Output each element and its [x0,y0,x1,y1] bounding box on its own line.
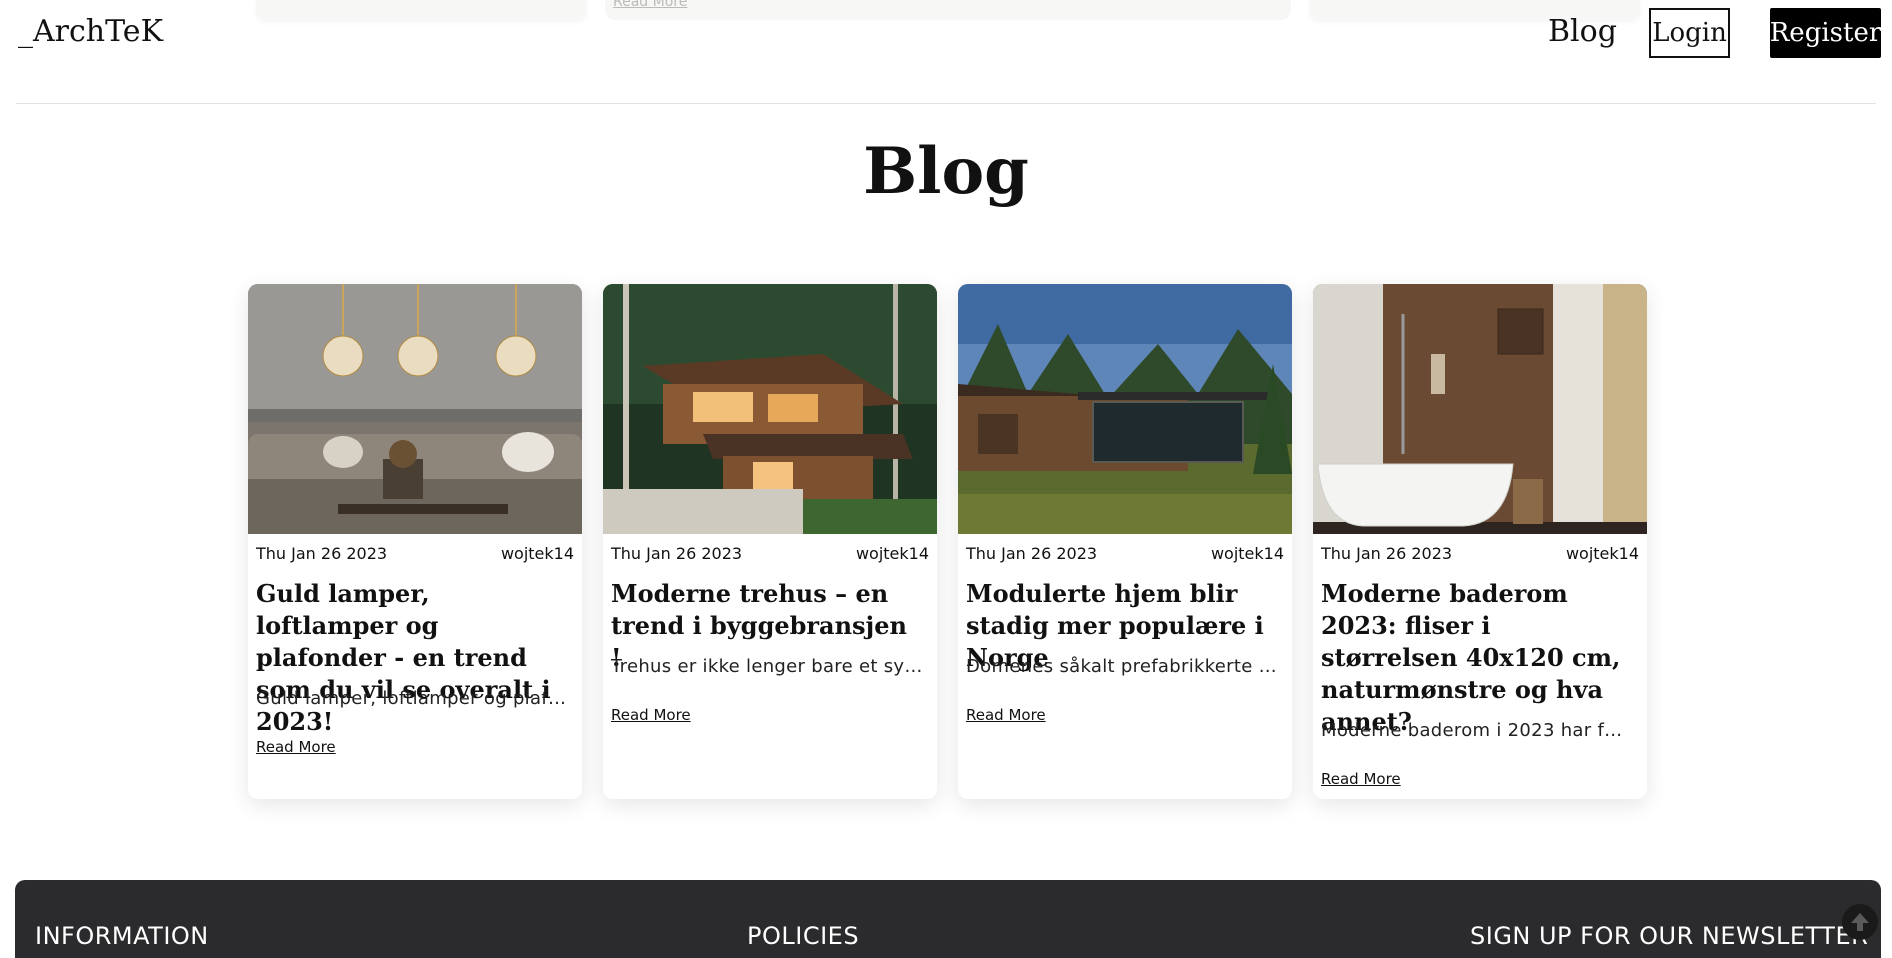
post-image[interactable] [1313,284,1647,534]
post-date: Thu Jan 26 2023 [611,544,743,563]
footer-newsletter-heading: SIGN UP FOR OUR NEWSLETTER [1470,922,1869,950]
arrow-up-icon [1851,913,1869,931]
post-author: wojtek14 [1565,544,1639,563]
blog-card[interactable]: Thu Jan 26 2023 wojtek14 Moderne trehus … [603,284,937,799]
nav-blog-link[interactable]: Blog [1548,14,1617,49]
header-divider [16,103,1876,104]
site-header: _ArchTeK Blog Login Register [0,0,1892,104]
read-more-link[interactable]: Read More [256,738,336,756]
post-author: wojtek14 [1210,544,1284,563]
post-title[interactable]: Moderne baderom 2023: fliser i størrelse… [1321,578,1635,738]
post-title[interactable]: Guld lamper, loftlamper og plafonder - e… [256,578,570,738]
login-button[interactable]: Login [1649,8,1730,58]
site-footer: INFORMATION POLICIES SIGN UP FOR OUR NEW… [15,880,1881,958]
post-excerpt: Domenes såkalt prefabrikkerte hus [966,656,1278,677]
read-more-link[interactable]: Read More [966,706,1046,724]
footer-information-heading: INFORMATION [35,922,209,950]
read-more-link[interactable]: Read More [1321,770,1401,788]
register-button[interactable]: Register [1770,8,1881,58]
post-date: Thu Jan 26 2023 [966,544,1098,563]
post-meta: Thu Jan 26 2023 wojtek14 [611,544,929,563]
page-title: Blog [863,134,1029,209]
scroll-to-top-button[interactable] [1842,904,1878,940]
post-image[interactable] [958,284,1292,534]
post-image[interactable] [248,284,582,534]
site-logo[interactable]: _ArchTeK [18,14,163,49]
post-image[interactable] [603,284,937,534]
post-excerpt: Guld lamper, loftlamper og plafonder [256,688,568,709]
post-author: wojtek14 [855,544,929,563]
footer-policies-heading: POLICIES [747,922,860,950]
read-more-link[interactable]: Read More [611,706,691,724]
post-meta: Thu Jan 26 2023 wojtek14 [966,544,1284,563]
post-meta: Thu Jan 26 2023 wojtek14 [1321,544,1639,563]
post-excerpt: Moderne baderom i 2023 har fokus [1321,720,1633,741]
post-author: wojtek14 [500,544,574,563]
post-date: Thu Jan 26 2023 [1321,544,1453,563]
blog-card[interactable]: Thu Jan 26 2023 wojtek14 Guld lamper, lo… [248,284,582,799]
post-date: Thu Jan 26 2023 [256,544,388,563]
blog-card[interactable]: Thu Jan 26 2023 wojtek14 Moderne baderom… [1313,284,1647,799]
blog-card[interactable]: Thu Jan 26 2023 wojtek14 Modulerte hjem … [958,284,1292,799]
post-meta: Thu Jan 26 2023 wojtek14 [256,544,574,563]
post-excerpt: Trehus er ikke lenger bare et symbol [611,656,923,677]
